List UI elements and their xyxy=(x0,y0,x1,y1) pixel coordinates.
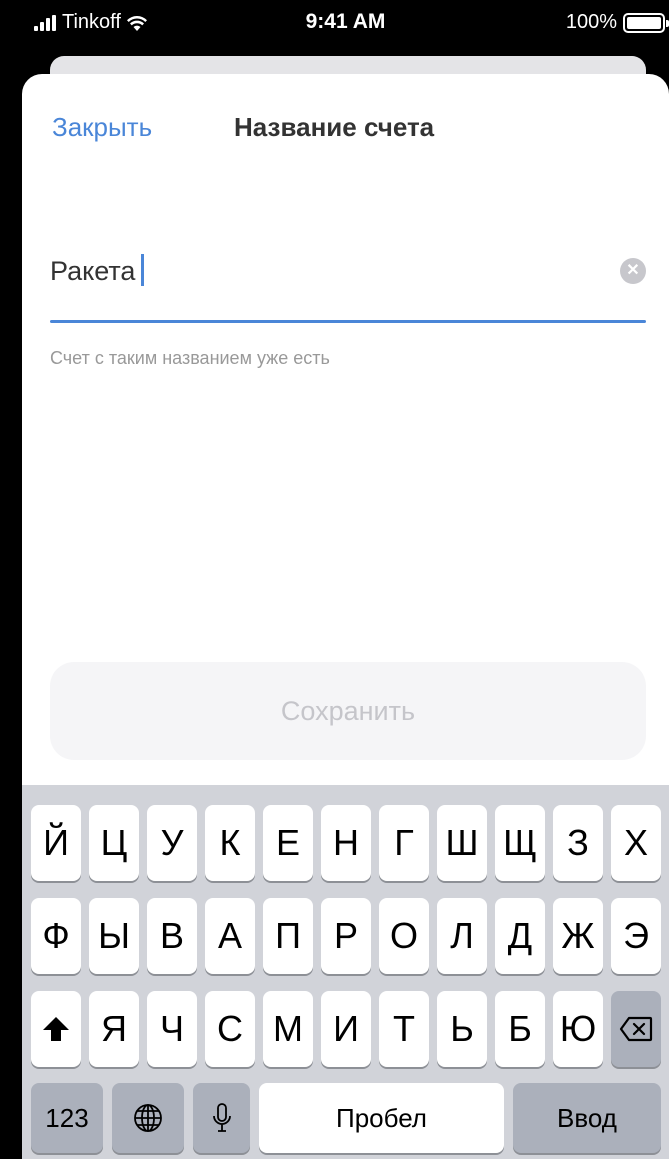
key-2-6[interactable]: Р xyxy=(321,898,371,974)
space-key[interactable]: Пробел xyxy=(259,1083,504,1153)
input-underline xyxy=(50,320,646,323)
close-button[interactable]: Закрыть xyxy=(52,112,152,143)
shift-key[interactable] xyxy=(31,991,81,1067)
text-cursor xyxy=(141,254,145,286)
account-name-input[interactable]: Ракета xyxy=(50,254,145,287)
key-3-9[interactable]: Ю xyxy=(553,991,603,1067)
key-1-3[interactable]: У xyxy=(147,805,197,881)
input-value: Ракета xyxy=(50,256,136,286)
error-hint: Счет с таким названием уже есть xyxy=(50,348,330,368)
globe-key[interactable] xyxy=(112,1083,184,1153)
battery-percent: 100% xyxy=(565,11,617,33)
shift-icon xyxy=(43,1017,69,1041)
key-3-3[interactable]: С xyxy=(205,991,255,1067)
key-3-6[interactable]: Т xyxy=(379,991,429,1067)
key-3-4[interactable]: М xyxy=(263,991,313,1067)
backspace-key[interactable] xyxy=(611,991,661,1067)
key-2-4[interactable]: А xyxy=(205,898,255,974)
key-2-3[interactable]: В xyxy=(147,898,197,974)
backspace-icon xyxy=(619,1016,653,1042)
account-name-field[interactable]: Ракета ✕ xyxy=(50,248,646,324)
key-1-10[interactable]: З xyxy=(553,805,603,881)
key-1-4[interactable]: К xyxy=(205,805,255,881)
rename-sheet: Закрыть Название счета Ракета ✕ Счет с т… xyxy=(22,74,669,785)
keyboard: Й Ц У К Е Н Г Ш Щ З Х Ф Ы В А П Р О Л Д … xyxy=(22,785,669,1159)
save-button[interactable]: Сохранить xyxy=(50,662,646,760)
status-right: 100% xyxy=(565,11,669,34)
key-2-7[interactable]: О xyxy=(379,898,429,974)
globe-icon xyxy=(134,1104,162,1132)
key-1-11[interactable]: Х xyxy=(611,805,661,881)
key-3-8[interactable]: Б xyxy=(495,991,545,1067)
key-2-2[interactable]: Ы xyxy=(89,898,139,974)
return-key[interactable]: Ввод xyxy=(513,1083,661,1153)
key-2-11[interactable]: Э xyxy=(611,898,661,974)
key-1-6[interactable]: Н xyxy=(321,805,371,881)
key-2-10[interactable]: Ж xyxy=(553,898,603,974)
key-1-1[interactable]: Й xyxy=(31,805,81,881)
key-1-8[interactable]: Ш xyxy=(437,805,487,881)
microphone-icon xyxy=(212,1103,231,1132)
key-1-2[interactable]: Ц xyxy=(89,805,139,881)
key-2-1[interactable]: Ф xyxy=(31,898,81,974)
key-1-9[interactable]: Щ xyxy=(495,805,545,881)
key-3-2[interactable]: Ч xyxy=(147,991,197,1067)
key-2-8[interactable]: Л xyxy=(437,898,487,974)
clear-icon[interactable]: ✕ xyxy=(620,258,646,284)
key-2-9[interactable]: Д xyxy=(495,898,545,974)
key-3-1[interactable]: Я xyxy=(89,991,139,1067)
key-3-7[interactable]: Ь xyxy=(437,991,487,1067)
key-3-5[interactable]: И xyxy=(321,991,371,1067)
microphone-key[interactable] xyxy=(193,1083,250,1153)
numbers-key[interactable]: 123 xyxy=(31,1083,103,1153)
key-1-5[interactable]: Е xyxy=(263,805,313,881)
battery-icon xyxy=(623,12,669,33)
sheet-title: Название счета xyxy=(234,112,435,142)
key-2-5[interactable]: П xyxy=(263,898,313,974)
status-bar: Tinkoff 9:41 AM 100% xyxy=(22,0,669,44)
key-1-7[interactable]: Г xyxy=(379,805,429,881)
